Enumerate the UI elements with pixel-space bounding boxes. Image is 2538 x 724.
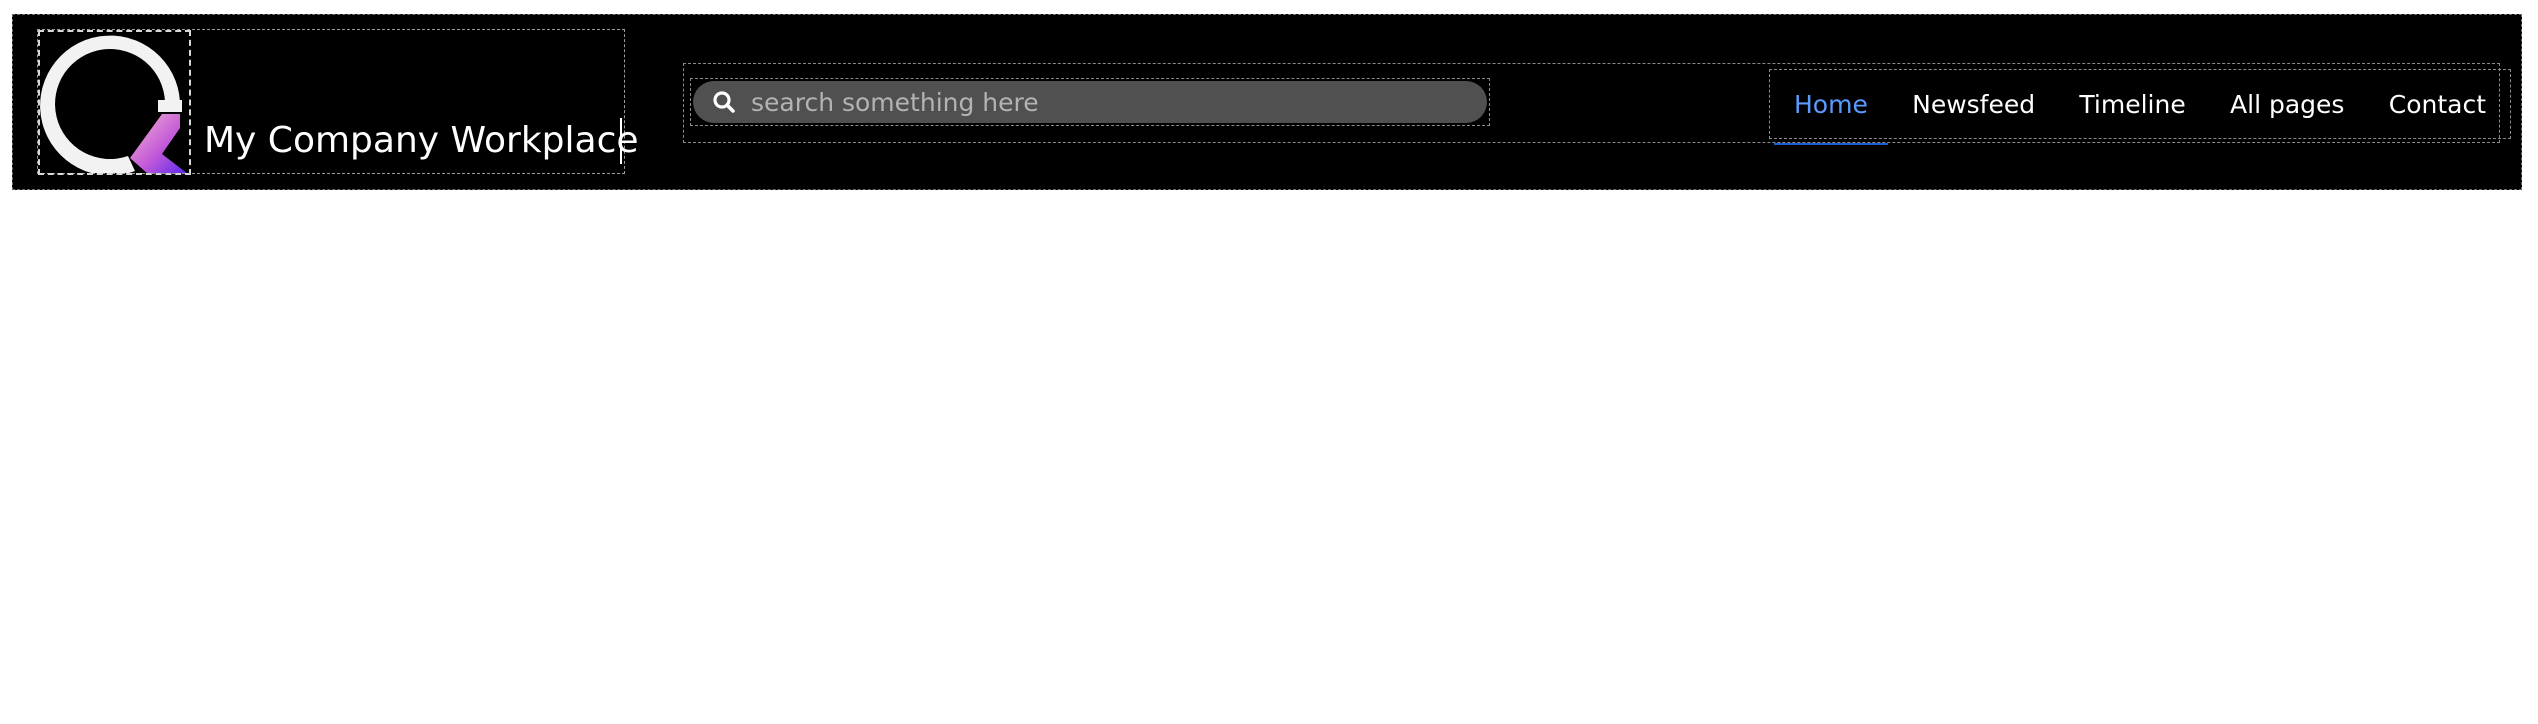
brand-area[interactable]: My Company Workplace	[37, 29, 639, 175]
main-nav: Home Newsfeed Timeline All pages Contact	[1769, 69, 2511, 145]
search-container	[690, 78, 1490, 126]
nav-link-all-pages[interactable]: All pages	[2230, 80, 2344, 129]
page-content	[0, 190, 2538, 724]
search-bar[interactable]	[693, 81, 1487, 123]
company-name: My Company Workplace	[204, 120, 639, 161]
header-actions: Home Newsfeed Timeline All pages Contact	[683, 63, 2511, 145]
q-letter-logo-icon	[40, 35, 187, 173]
nav-link-contact[interactable]: Contact	[2389, 80, 2486, 129]
logo[interactable]	[38, 30, 191, 175]
nav-link-timeline[interactable]: Timeline	[2079, 80, 2185, 129]
search-input[interactable]	[751, 84, 1487, 120]
nav-link-home[interactable]: Home	[1774, 80, 1888, 145]
top-navigation-bar: My Company Workplace Home Newsfeed Timel…	[12, 14, 2522, 190]
text-cursor	[620, 118, 622, 164]
search-icon[interactable]	[711, 89, 737, 115]
nav-link-newsfeed[interactable]: Newsfeed	[1912, 80, 2035, 129]
